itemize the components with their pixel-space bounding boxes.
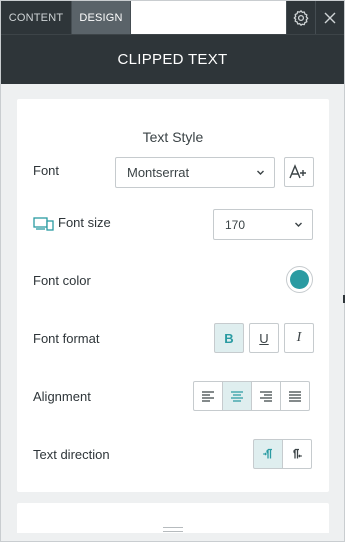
font-select-value: Montserrat <box>127 165 190 180</box>
underline-button[interactable]: U <box>249 323 279 353</box>
ltr-direction-button[interactable] <box>253 439 283 469</box>
font-color-label: Font color <box>33 273 91 288</box>
responsive-devices-icon <box>33 217 54 231</box>
text-style-card: Text Style Font Montserrat Font size 170… <box>17 99 329 492</box>
design-panel: CONTENT DESIGN CLIPPED TEXT Text Style F… <box>0 0 345 542</box>
font-select[interactable]: Montserrat <box>115 157 275 188</box>
text-direction-label: Text direction <box>33 447 110 462</box>
align-right-icon <box>260 390 272 402</box>
align-left-icon <box>202 390 214 402</box>
tab-design[interactable]: DESIGN <box>71 1 131 34</box>
italic-button[interactable]: I <box>284 323 314 353</box>
align-left-button[interactable] <box>193 381 223 411</box>
font-size-label: Font size <box>58 215 111 230</box>
font-color-picker[interactable] <box>286 266 313 293</box>
font-size-adjust-icon <box>289 164 306 179</box>
chevron-down-icon <box>257 170 264 175</box>
resize-handle[interactable] <box>163 527 183 532</box>
align-justify-button[interactable] <box>280 381 310 411</box>
rtl-direction-button[interactable] <box>282 439 312 469</box>
alignment-label: Alignment <box>33 389 91 404</box>
align-center-button[interactable] <box>222 381 252 411</box>
topbar-spacer <box>131 1 286 34</box>
font-format-label: Font format <box>33 331 100 346</box>
font-label: Font <box>33 163 60 178</box>
alignment-button-group <box>193 381 310 411</box>
top-tab-bar: CONTENT DESIGN <box>1 1 344 34</box>
font-size-select[interactable]: 170 <box>213 209 313 240</box>
close-button[interactable] <box>315 1 344 34</box>
align-center-icon <box>231 390 243 402</box>
font-size-select-value: 170 <box>225 217 246 232</box>
close-icon <box>324 12 336 23</box>
font-size-adjust-button[interactable] <box>284 157 314 187</box>
color-swatch-dot <box>290 270 309 289</box>
section-title: Text Style <box>142 129 204 145</box>
chevron-down-icon <box>295 222 302 227</box>
rtl-direction-icon <box>293 448 302 459</box>
italic-glyph: I <box>296 330 302 345</box>
settings-button[interactable] <box>286 1 315 34</box>
align-justify-icon <box>289 390 301 402</box>
text-direction-button-group <box>253 439 312 469</box>
bold-button[interactable]: B <box>214 323 244 353</box>
panel-title: CLIPPED TEXT <box>1 34 344 84</box>
gear-icon <box>293 9 309 26</box>
align-right-button[interactable] <box>251 381 281 411</box>
ltr-direction-icon <box>263 448 272 459</box>
underline-glyph: U <box>259 330 269 346</box>
bold-glyph: B <box>224 330 234 346</box>
tab-content[interactable]: CONTENT <box>1 1 71 34</box>
